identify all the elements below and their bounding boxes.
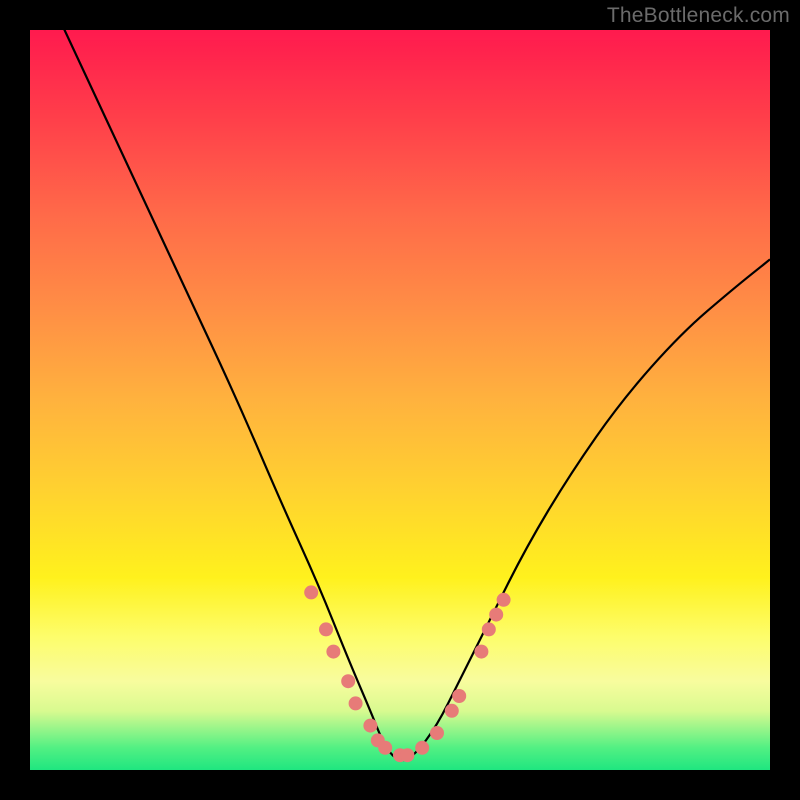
highlight-dot	[319, 622, 333, 636]
highlight-dot	[430, 726, 444, 740]
highlight-dot	[415, 741, 429, 755]
highlight-dot	[400, 748, 414, 762]
highlight-dot	[378, 741, 392, 755]
plot-area	[30, 30, 770, 770]
highlight-dot	[452, 689, 466, 703]
curve-svg	[30, 30, 770, 770]
watermark-text: TheBottleneck.com	[607, 4, 790, 28]
highlight-dot	[482, 622, 496, 636]
highlight-dot	[489, 608, 503, 622]
highlight-dot	[326, 645, 340, 659]
highlight-dot	[304, 585, 318, 599]
highlight-dot	[474, 645, 488, 659]
chart-frame: TheBottleneck.com	[0, 0, 800, 800]
highlight-dot	[497, 593, 511, 607]
highlight-dot	[445, 704, 459, 718]
highlight-dot-group	[304, 585, 510, 762]
highlight-dot	[349, 696, 363, 710]
bottleneck-curve-path	[30, 30, 770, 760]
highlight-dot	[341, 674, 355, 688]
highlight-dot	[363, 719, 377, 733]
